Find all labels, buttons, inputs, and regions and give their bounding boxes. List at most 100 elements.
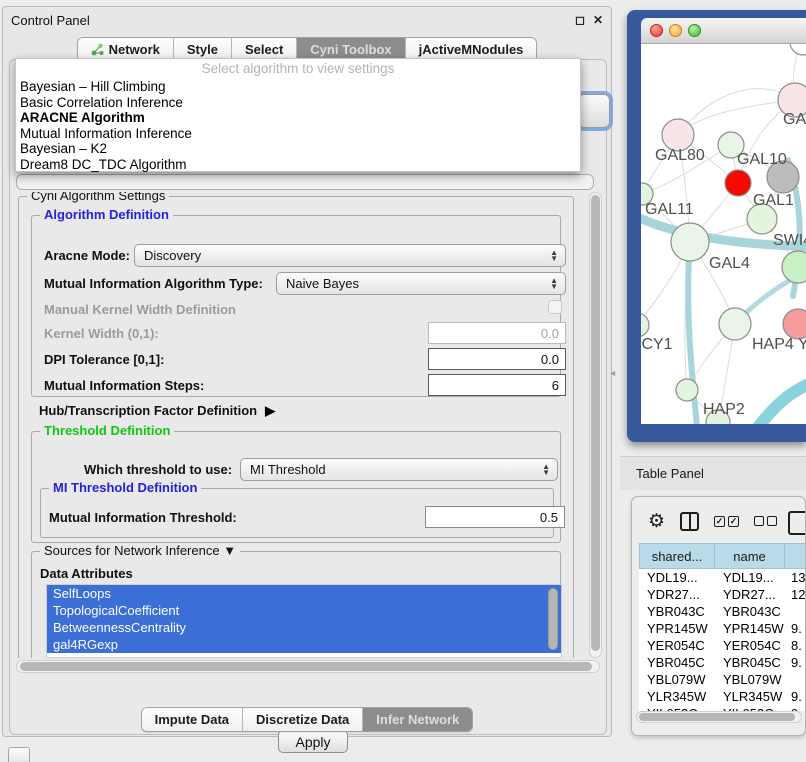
combo-arrows-icon: ▲▼ (550, 250, 558, 262)
table-row[interactable]: YDR27...YDR27...12 (639, 586, 806, 603)
algorithm-option[interactable]: Basic Correlation Inference (16, 95, 580, 111)
kernel-width-label: Kernel Width (0,1): (44, 326, 159, 341)
collapsed-panel-button[interactable] (8, 747, 30, 762)
algorithm-option[interactable]: Bayesian – Hill Climbing (16, 79, 580, 95)
network-window-titlebar[interactable] (641, 18, 806, 44)
cyni-algorithm-settings-group: Cyni Algorithm Settings Algorithm Defini… (18, 196, 574, 658)
hub-definition-label[interactable]: Hub/Transcription Factor Definition▶ (39, 403, 275, 419)
algorithm-option[interactable]: Bayesian – K2 (16, 141, 580, 157)
table-row[interactable]: YPR145WYPR145W9. (639, 620, 806, 637)
mi-steps-field[interactable]: 6 (428, 374, 566, 396)
node-label: GCY1 (641, 336, 673, 353)
table-row[interactable]: YLR345WYLR345W9. (639, 688, 806, 705)
close-traffic-light-icon[interactable] (650, 24, 663, 37)
node-label: GAL4 (709, 255, 750, 272)
table-horizontal-scrollbar[interactable] (636, 711, 802, 723)
list-scrollbar[interactable] (548, 588, 558, 650)
node-label: GAL10 (737, 151, 787, 168)
settings-vertical-scrollbar[interactable] (589, 192, 602, 658)
attribute-item[interactable]: BetweennessCentrality (47, 619, 561, 636)
manual-kernel-checkbox[interactable] (548, 300, 562, 314)
algorithm-option[interactable]: ARACNE Algorithm (16, 110, 580, 126)
table-row[interactable]: YDL19...YDL19...13 (639, 569, 806, 586)
settings-horizontal-scrollbar[interactable] (16, 660, 600, 673)
mi-threshold-field[interactable]: 0.5 (425, 506, 565, 528)
algorithm-dropdown-popup: Select algorithm to view settings Bayesi… (15, 58, 581, 172)
table-cell: YPR145W (715, 620, 785, 637)
network-node[interactable] (782, 251, 806, 283)
panel-splitter-handle[interactable]: ◄ (608, 366, 616, 380)
mi-type-combo[interactable]: Naive Bayes ▲▼ (276, 272, 566, 295)
node-label: HAP4 (752, 336, 794, 353)
column-header[interactable]: A (785, 543, 806, 569)
mi-steps-label: Mutual Information Steps: (44, 378, 204, 393)
dpi-tolerance-label: DPI Tolerance [0,1]: (44, 352, 164, 367)
network-node[interactable] (671, 223, 709, 261)
network-node[interactable] (783, 309, 806, 339)
network-node[interactable] (790, 44, 806, 55)
table-row[interactable]: YER054CYER054C8. (639, 637, 806, 654)
network-edge[interactable] (678, 100, 795, 135)
table-header-row: shared...nameA (639, 543, 806, 569)
network-canvas[interactable]: GALGAL80GAL10GAL1GAL11SWI4GAL4GCY1HAP4YH… (641, 44, 806, 424)
attribute-item[interactable]: SelfLoops (47, 585, 561, 602)
deselect-all-icon[interactable] (754, 516, 777, 526)
sources-title[interactable]: Sources for Network Inference ▼ (40, 543, 240, 558)
table-cell: YDR27... (715, 586, 785, 603)
tab-impute-data[interactable]: Impute Data (142, 708, 243, 731)
maximize-traffic-light-icon[interactable] (688, 24, 701, 37)
cyni-algorithm-settings-title: Cyni Algorithm Settings (27, 192, 169, 203)
dropdown-prompt: Select algorithm to view settings (16, 59, 580, 79)
node-table: shared...nameA YDL19...YDL19...13YDR27..… (639, 543, 806, 711)
node-label: GAL1 (753, 192, 794, 209)
inference-algorithm-combo-fragment[interactable] (578, 94, 610, 128)
dpi-tolerance-field[interactable]: 0.0 (428, 348, 566, 370)
new-table-icon[interactable] (788, 511, 806, 535)
bottom-tabstrip: Impute DataDiscretize DataInfer Network (3, 707, 611, 732)
tab-discretize-data[interactable]: Discretize Data (243, 708, 363, 731)
desktop: Control Panel ◻ ✕ NetworkStyleSelectCyni… (0, 0, 806, 762)
network-node[interactable] (725, 170, 751, 196)
minimize-traffic-light-icon[interactable] (669, 24, 682, 37)
algorithm-definition-group: Algorithm Definition Aracne Mode: Discov… (31, 215, 561, 397)
table-cell: YPR145W (639, 620, 715, 637)
network-edge[interactable] (641, 194, 642, 325)
float-window-icon[interactable]: ◻ (575, 13, 585, 27)
network-view-window: GALGAL80GAL10GAL1GAL11SWI4GAL4GCY1HAP4YH… (627, 10, 806, 442)
network-node[interactable] (676, 379, 698, 401)
table-row[interactable]: YBL079WYBL079W (639, 671, 806, 688)
attribute-item[interactable]: gal4RGexp (47, 636, 561, 653)
aracne-mode-combo[interactable]: Discovery ▲▼ (134, 244, 566, 267)
hidden-combo-fragment (16, 174, 594, 190)
table-cell: YBR043C (639, 603, 715, 620)
data-attributes-list[interactable]: SelfLoopsTopologicalCoefficientBetweenne… (46, 584, 562, 658)
network-node[interactable] (641, 313, 649, 337)
mi-threshold-group: MI Threshold Definition Mutual Informati… (40, 488, 554, 538)
close-window-icon[interactable]: ✕ (593, 13, 603, 27)
control-panel-title: Control Panel (11, 13, 90, 28)
attribute-item[interactable]: TopologicalCoefficient (47, 602, 561, 619)
gear-icon[interactable]: ⚙ (648, 512, 665, 531)
table-cell: YBR045C (715, 654, 785, 671)
columns-icon[interactable] (680, 512, 699, 531)
tab-infer-network[interactable]: Infer Network (363, 708, 472, 731)
table-cell: YER054C (639, 637, 715, 654)
table-cell: YLR345W (639, 688, 715, 705)
network-node[interactable] (719, 308, 751, 340)
algorithm-option[interactable]: Dream8 DC_TDC Algorithm (16, 157, 580, 173)
algorithm-option[interactable]: Mutual Information Inference (16, 126, 580, 142)
node-label: Y (798, 336, 806, 353)
network-edge[interactable] (678, 89, 795, 135)
column-header[interactable]: shared... (639, 543, 715, 569)
node-label: GAL (783, 111, 806, 128)
table-row[interactable]: YBR045CYBR045C9. (639, 654, 806, 671)
select-all-icon[interactable]: ✓✓ (714, 516, 739, 527)
table-cell: YBR043C (715, 603, 785, 620)
table-row[interactable]: YBR043CYBR043C (639, 603, 806, 620)
which-threshold-combo[interactable]: MI Threshold ▲▼ (240, 458, 558, 481)
combo-arrows-icon: ▲▼ (550, 278, 558, 290)
column-header[interactable]: name (715, 543, 785, 569)
network-edge[interactable] (759, 382, 806, 424)
apply-button[interactable]: Apply (278, 730, 348, 753)
table-cell: 8. (785, 637, 806, 654)
